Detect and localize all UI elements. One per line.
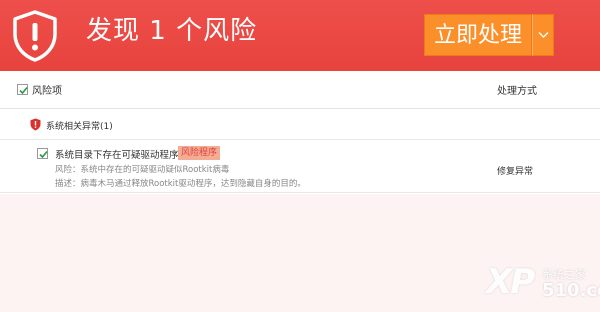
process-now-button[interactable]: 立即处理 <box>424 14 532 56</box>
risk-tag-badge: 风险程序 <box>178 146 221 160</box>
shield-exclamation-icon <box>13 10 57 62</box>
watermark-logo: XP <box>486 262 535 302</box>
repair-anomaly-link[interactable]: 修复异常 <box>497 164 533 177</box>
action-dropdown-button[interactable] <box>532 14 554 56</box>
group-system-anomaly[interactable]: 系统相关异常(1) <box>0 110 600 140</box>
site-watermark: XP 系统之家 510.com <box>486 262 600 306</box>
column-header: 风险项 处理方式 <box>0 71 600 109</box>
item-title: 系统目录下存在可疑驱动程序 <box>55 150 179 161</box>
checkmark-icon <box>39 150 48 159</box>
column-risk-item: 风险项 <box>32 86 62 97</box>
item-risk-text: 风险：系统中存在的可疑驱动疑似Rootkit病毒 <box>55 165 230 175</box>
checkmark-icon <box>19 86 28 95</box>
watermark-number: 510.com <box>542 280 600 301</box>
select-all-checkbox[interactable] <box>17 84 28 95</box>
column-method: 处理方式 <box>497 86 537 97</box>
item-description: 描述：病毒木马通过释放Rootkit驱动程序，达到隐藏自身的目的。 <box>55 179 306 189</box>
page-title: 发现 1 个风险 <box>86 16 258 46</box>
group-label: 系统相关异常(1) <box>46 122 113 132</box>
risk-header: 发现 1 个风险 立即处理 <box>0 0 600 71</box>
chevron-down-icon <box>538 32 549 38</box>
list-item: 系统目录下存在可疑驱动程序 风险程序 风险：系统中存在的可疑驱动疑似Rootki… <box>0 141 600 193</box>
item-checkbox[interactable] <box>37 148 48 159</box>
warning-shield-icon <box>30 118 41 131</box>
